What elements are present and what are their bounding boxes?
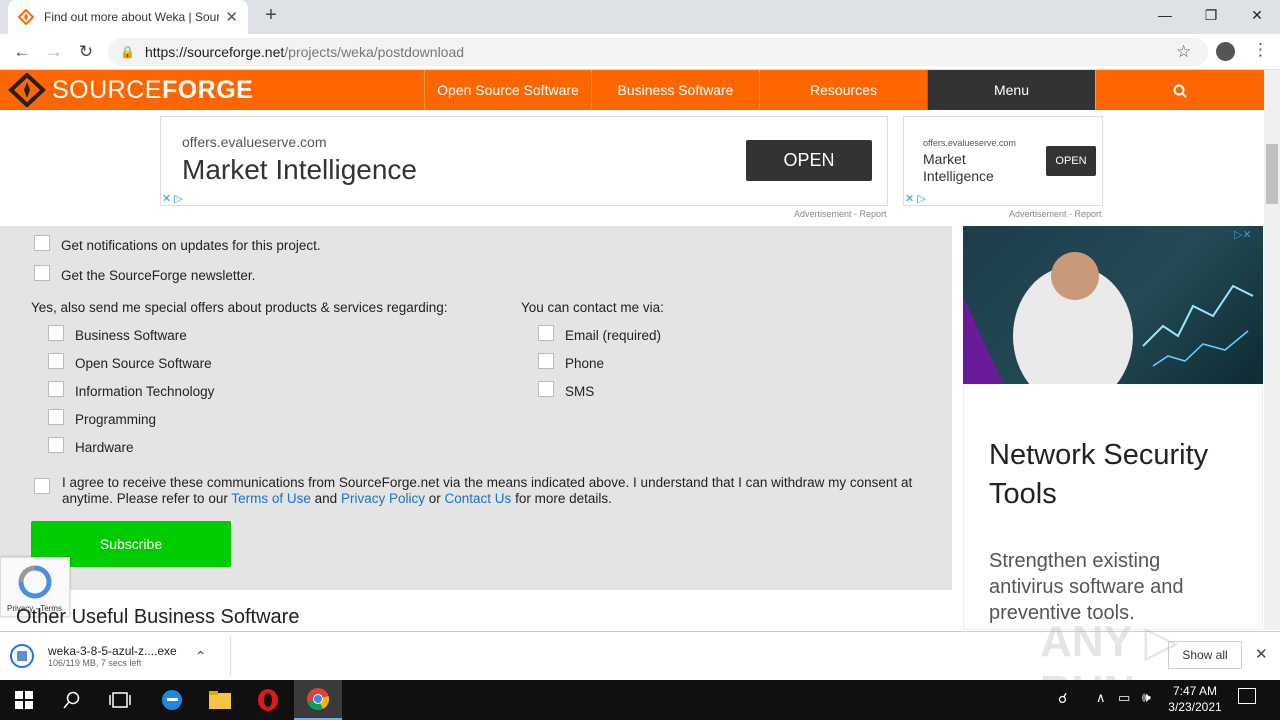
tab-close-icon[interactable]: ✕ xyxy=(225,8,238,26)
right-ad-title: Network Security Tools xyxy=(989,439,1209,510)
offers-heading: Yes, also send me special offers about p… xyxy=(31,300,448,315)
tab-title: Find out more about Weka | Sour xyxy=(44,10,220,24)
contact-checkbox-email[interactable] xyxy=(538,325,554,341)
consent-text: I agree to receive these communications … xyxy=(62,475,913,506)
offer-label: Hardware xyxy=(75,440,134,455)
offer-label: Information Technology xyxy=(75,384,215,399)
download-progress: 106/119 MB, 7 secs left xyxy=(48,658,142,668)
offer-checkbox-programming[interactable] xyxy=(48,409,64,425)
restore-button[interactable]: ❐ xyxy=(1188,0,1234,30)
file-explorer-icon[interactable] xyxy=(196,680,244,720)
sourceforge-favicon-icon xyxy=(18,9,34,25)
people-icon[interactable]: ☌ xyxy=(1058,690,1067,707)
offer-checkbox-open-source[interactable] xyxy=(48,353,64,369)
task-view-icon[interactable] xyxy=(96,680,144,720)
new-tab-icon[interactable]: + xyxy=(260,4,282,26)
right-ad-close-icon[interactable]: ▷✕ xyxy=(1234,228,1252,241)
sourceforge-logo-icon xyxy=(8,73,46,107)
profile-avatar-icon[interactable] xyxy=(1216,42,1235,61)
recaptcha-icon xyxy=(18,565,52,599)
url-path: /projects/weka/postdownload xyxy=(284,44,465,60)
nav-open-source-software[interactable]: Open Source Software xyxy=(424,70,591,110)
contact-checkbox-phone[interactable] xyxy=(538,353,554,369)
download-divider xyxy=(230,636,231,676)
offer-checkbox-business[interactable] xyxy=(48,325,64,341)
search-icon[interactable] xyxy=(1095,70,1264,110)
right-ad-body: Strengthen existing antivirus software a… xyxy=(989,550,1184,624)
contact-label: Email (required) xyxy=(565,328,662,343)
nav-resources[interactable]: Resources xyxy=(759,70,927,110)
download-filename: weka-3-8-5-azul-z....exe xyxy=(48,644,177,658)
chrome-taskbar-icon[interactable] xyxy=(294,680,342,720)
consent-checkbox[interactable] xyxy=(34,478,50,494)
ad-domain: offers.evalueserve.com xyxy=(182,134,327,150)
minimize-button[interactable]: — xyxy=(1142,0,1188,30)
ad-close-icon[interactable]: ✕ ▷ xyxy=(162,192,183,205)
contact-heading: You can contact me via: xyxy=(521,300,664,315)
opera-icon[interactable] xyxy=(244,680,292,720)
edge-icon[interactable] xyxy=(148,680,196,720)
newsletter-label: Get the SourceForge newsletter. xyxy=(61,268,256,283)
back-icon[interactable]: ← xyxy=(10,40,34,64)
offer-label: Open Source Software xyxy=(75,356,212,371)
offer-checkbox-it[interactable] xyxy=(48,381,64,397)
ad-small-headline: Market Intelligence xyxy=(923,151,994,184)
clock-date: 3/23/2021 xyxy=(1168,700,1222,714)
contact-checkbox-sms[interactable] xyxy=(538,381,554,397)
download-item[interactable]: weka-3-8-5-azul-z....exe 106/119 MB, 7 s… xyxy=(10,638,225,674)
address-bar[interactable]: 🔒 https://sourceforge.net /projects/weka… xyxy=(108,38,1208,66)
ad-small-domain: offers.evalueserve.com xyxy=(923,138,1016,148)
offer-label: Programming xyxy=(75,412,157,427)
start-icon[interactable] xyxy=(0,680,48,720)
ad-headline: Market Intelligence xyxy=(182,154,418,185)
close-window-button[interactable]: ✕ xyxy=(1234,0,1280,30)
offer-checkbox-hardware[interactable] xyxy=(48,437,64,453)
browser-menu-icon[interactable]: ⋮ xyxy=(1252,40,1269,60)
show-all-button[interactable]: Show all xyxy=(1168,641,1242,669)
browser-tab[interactable]: Find out more about Weka | Sour ✕ xyxy=(8,0,248,34)
nav-menu[interactable]: Menu xyxy=(927,70,1095,110)
lock-icon: 🔒 xyxy=(120,45,135,59)
contact-label: Phone xyxy=(565,356,605,371)
show-hidden-icons-icon[interactable]: ∧ xyxy=(1096,690,1106,706)
contact-label: SMS xyxy=(565,384,595,399)
scrollbar-thumb[interactable] xyxy=(1266,144,1278,204)
chevron-up-icon[interactable]: ⌃ xyxy=(195,648,207,665)
forward-icon[interactable]: → xyxy=(42,40,66,64)
ad-label[interactable]: Advertisement - Report xyxy=(794,209,887,219)
notify-label: Get notifications on updates for this pr… xyxy=(61,238,321,253)
reload-icon[interactable]: ↻ xyxy=(74,40,98,64)
taskbar-clock[interactable]: 7:47 AM 3/23/2021 xyxy=(1158,683,1232,715)
offer-label: Business Software xyxy=(75,328,187,343)
ad-open-button[interactable]: OPEN xyxy=(746,140,872,181)
newsletter-checkbox[interactable] xyxy=(34,265,50,281)
clock-time: 7:47 AM xyxy=(1172,684,1218,698)
search-taskbar-icon[interactable] xyxy=(48,680,96,720)
ad-image xyxy=(963,226,1263,384)
ad-small-label[interactable]: Advertisement - Report xyxy=(1009,209,1102,219)
nav-business-software[interactable]: Business Software xyxy=(591,70,759,110)
volume-icon[interactable]: 🕪 xyxy=(1142,689,1151,706)
notify-checkbox[interactable] xyxy=(34,235,50,251)
sourceforge-logo[interactable]: SOURCEFORGE xyxy=(8,73,253,107)
contact-link[interactable]: Contact Us xyxy=(445,491,512,506)
bookmark-star-icon[interactable]: ☆ xyxy=(1176,42,1191,62)
ad-small-open-button[interactable]: OPEN xyxy=(1046,146,1096,176)
url-host: https://sourceforge.net xyxy=(144,44,285,60)
section-heading: Other Useful Business Software xyxy=(16,606,300,628)
network-icon[interactable]: ▭ xyxy=(1118,690,1130,706)
logo-text: SOURCEFORGE xyxy=(52,75,254,104)
exe-file-icon xyxy=(10,644,34,668)
privacy-link[interactable]: Privacy Policy xyxy=(341,491,425,506)
download-bar-close-icon[interactable]: ✕ xyxy=(1255,645,1268,663)
notifications-icon[interactable] xyxy=(1238,688,1256,704)
terms-link[interactable]: Terms of Use xyxy=(231,491,311,506)
ad-small-close-icon[interactable]: ✕ ▷ xyxy=(905,192,926,205)
